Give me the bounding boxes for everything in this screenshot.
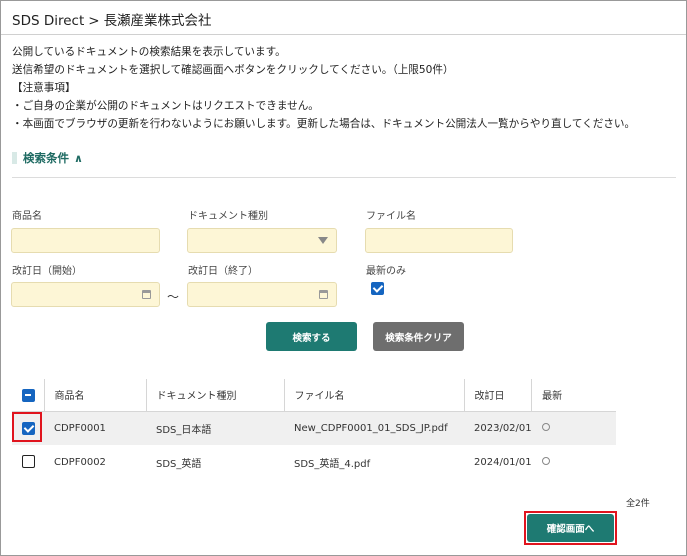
row-file-name: SDS_英語_4.pdf <box>284 445 464 479</box>
calendar-icon[interactable] <box>142 290 151 299</box>
notice-line: 送信希望のドキュメントを選択して確認画面へボタンをクリックしてください。（上限5… <box>12 64 454 76</box>
result-count: 全2件 <box>626 499 650 509</box>
latest-only-checkbox[interactable] <box>371 282 384 295</box>
row-latest-cell <box>531 411 616 445</box>
row-latest-cell <box>531 445 616 479</box>
row-checkbox[interactable] <box>22 455 35 468</box>
breadcrumb-separator: > <box>88 13 100 29</box>
notice-line: ・本画面でブラウザの更新を行わないようにお願いします。更新した場合は、ドキュメン… <box>12 118 636 130</box>
app-name: SDS Direct <box>12 13 85 29</box>
confirm-button-highlight <box>524 511 617 545</box>
col-latest: 最新 <box>531 379 616 412</box>
row-document-type: SDS_英語 <box>146 445 284 479</box>
notice-line: 【注意事項】 <box>12 82 76 94</box>
chevron-down-icon <box>318 237 328 244</box>
select-all-checkbox[interactable] <box>22 389 35 402</box>
section-marker-icon <box>12 152 17 164</box>
col-revision-date: 改訂日 <box>463 379 532 412</box>
product-name-label: 商品名 <box>12 211 42 222</box>
latest-radio-icon <box>541 456 550 465</box>
file-name-label: ファイル名 <box>366 211 416 222</box>
date-to-input[interactable] <box>187 282 337 307</box>
collapse-chevron-icon: ∧ <box>74 151 83 165</box>
row-product-name: CDPF0001 <box>44 411 146 445</box>
latest-radio-icon <box>541 422 550 431</box>
search-button[interactable]: 検索する <box>266 322 357 351</box>
product-name-input[interactable] <box>11 228 160 253</box>
table-row[interactable]: CDPF0002 SDS_英語 SDS_英語_4.pdf 2024/01/01 <box>12 445 616 479</box>
row-file-name: New_CDPF0001_01_SDS_JP.pdf <box>284 411 464 445</box>
company-name: 長瀬産業株式会社 <box>103 13 212 29</box>
col-file-name: ファイル名 <box>283 379 464 412</box>
calendar-icon[interactable] <box>319 290 328 299</box>
row-select-cell <box>12 445 44 479</box>
clear-conditions-button[interactable]: 検索条件クリア <box>373 322 464 351</box>
page-header: SDS Direct > 長瀬産業株式会社 <box>1 1 686 35</box>
notice-line: 公開しているドキュメントの検索結果を表示しています。 <box>12 46 286 58</box>
row-document-type: SDS_日本語 <box>146 411 284 445</box>
document-type-label: ドキュメント種別 <box>188 211 268 222</box>
row-revision-date: 2023/02/01 <box>464 411 532 445</box>
results-table: 商品名 ドキュメント種別 ファイル名 改訂日 最新 CDPF0001 SDS_日… <box>12 379 616 479</box>
notice-text: 公開しているドキュメントの検索結果を表示しています。 送信希望のドキュメントを選… <box>12 43 682 133</box>
col-document-type: ドキュメント種別 <box>145 379 284 412</box>
date-range-tilde: ～ <box>167 290 180 304</box>
col-product-name: 商品名 <box>43 379 146 412</box>
select-all-cell <box>12 379 44 412</box>
search-conditions-title: 検索条件 <box>23 151 69 165</box>
document-type-select[interactable] <box>187 228 337 253</box>
notice-line: ・ご自身の企業が公開のドキュメントはリクエストできません。 <box>12 100 319 112</box>
search-conditions-toggle[interactable]: 検索条件 ∧ <box>12 150 83 166</box>
latest-only-label: 最新のみ <box>366 266 406 277</box>
row-revision-date: 2024/01/01 <box>464 445 532 479</box>
date-from-label: 改訂日（開始） <box>12 266 82 277</box>
date-from-input[interactable] <box>11 282 160 307</box>
row-checkbox-highlight <box>12 412 42 442</box>
row-product-name: CDPF0002 <box>44 445 146 479</box>
date-to-label: 改訂日（終了） <box>188 266 258 277</box>
table-row[interactable]: CDPF0001 SDS_日本語 New_CDPF0001_01_SDS_JP.… <box>12 411 616 445</box>
table-header-row: 商品名 ドキュメント種別 ファイル名 改訂日 最新 <box>12 379 616 412</box>
file-name-input[interactable] <box>365 228 513 253</box>
search-conditions-section: 検索条件 ∧ <box>12 148 676 178</box>
